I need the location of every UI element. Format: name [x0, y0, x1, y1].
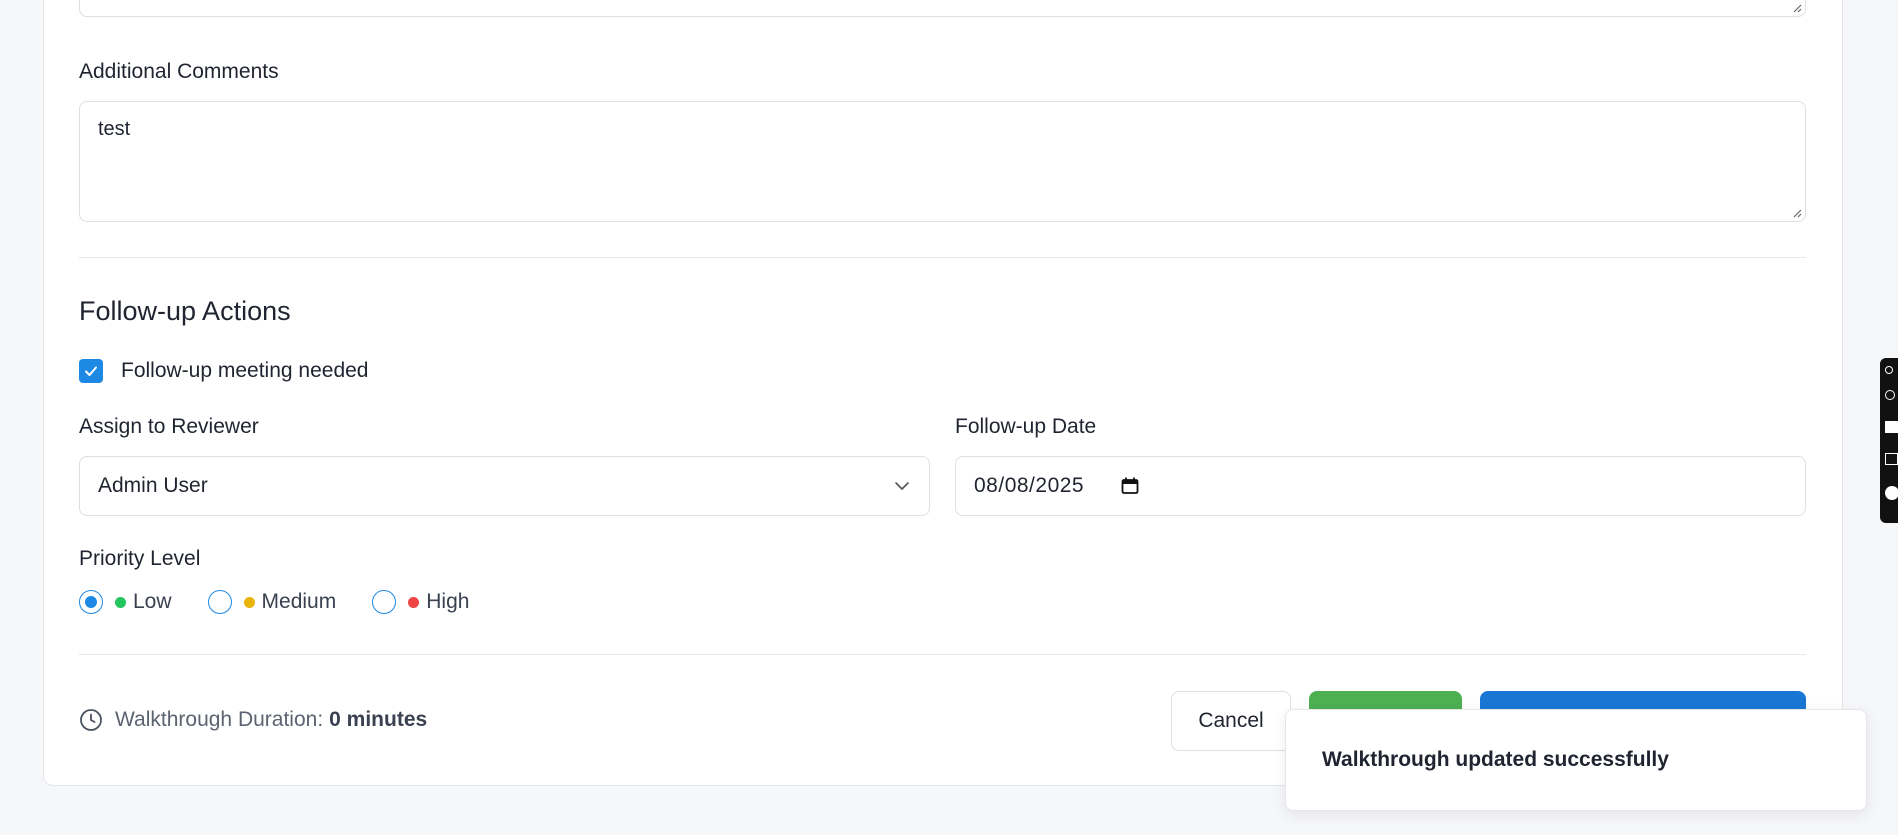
followup-meeting-label: Follow-up meeting needed	[121, 359, 369, 382]
toolbar-square-icon[interactable]	[1885, 421, 1898, 433]
duration-value: 0 minutes	[329, 708, 428, 731]
resize-grip-icon[interactable]	[1790, 206, 1802, 218]
priority-level-label: Priority Level	[79, 547, 201, 570]
success-toast: Walkthrough updated successfully	[1285, 709, 1867, 811]
followup-section-title: Follow-up Actions	[79, 296, 291, 326]
priority-option-low[interactable]: Low	[79, 590, 172, 614]
priority-dot-low	[115, 596, 126, 608]
chevron-down-icon	[895, 482, 909, 490]
priority-radio-medium[interactable]	[207, 590, 232, 614]
reviewer-select[interactable]: Admin User	[79, 456, 930, 516]
resize-grip-icon[interactable]	[1790, 1, 1802, 13]
priority-radio-group: Low Medium High	[79, 590, 505, 614]
gear-icon[interactable]	[1885, 486, 1898, 500]
followup-meeting-checkbox[interactable]	[79, 359, 103, 383]
toolbar-window-icon[interactable]	[1885, 453, 1898, 465]
previous-textarea[interactable]	[79, 0, 1806, 17]
additional-comments-label: Additional Comments	[79, 60, 279, 83]
toolbar-search-icon[interactable]	[1885, 390, 1895, 400]
walkthrough-duration: Walkthrough Duration: 0 minutes	[79, 708, 427, 732]
duration-label: Walkthrough Duration:	[115, 708, 324, 731]
toolbar-link-icon[interactable]	[1885, 366, 1893, 374]
clock-icon	[80, 709, 102, 731]
priority-option-medium[interactable]: Medium	[207, 590, 337, 614]
followup-meeting-row[interactable]: Follow-up meeting needed	[79, 359, 369, 383]
additional-comments-value: test	[98, 118, 131, 140]
footer-divider	[79, 654, 1806, 655]
followup-date-value: 08/08/2025	[974, 474, 1085, 497]
priority-label-medium: Medium	[261, 590, 337, 613]
checkmark-icon	[85, 366, 97, 376]
cancel-button[interactable]: Cancel	[1171, 691, 1291, 751]
priority-dot-medium	[243, 596, 255, 608]
calendar-icon[interactable]	[1120, 476, 1140, 496]
priority-radio-high[interactable]	[372, 590, 397, 614]
priority-option-high[interactable]: High	[372, 590, 469, 614]
section-divider	[79, 257, 1806, 258]
toast-message: Walkthrough updated successfully	[1322, 748, 1669, 771]
reviewer-select-value: Admin User	[98, 474, 208, 497]
priority-label-high: High	[426, 590, 470, 613]
priority-label-low: Low	[133, 590, 172, 613]
side-toolbar[interactable]	[1880, 358, 1898, 523]
priority-dot-high	[408, 596, 420, 608]
followup-date-input[interactable]: 08/08/2025	[955, 456, 1806, 516]
priority-radio-low[interactable]	[79, 590, 103, 614]
followup-date-label: Follow-up Date	[955, 415, 1097, 438]
reviewer-label: Assign to Reviewer	[79, 415, 259, 438]
additional-comments-textarea[interactable]: test	[79, 101, 1806, 222]
